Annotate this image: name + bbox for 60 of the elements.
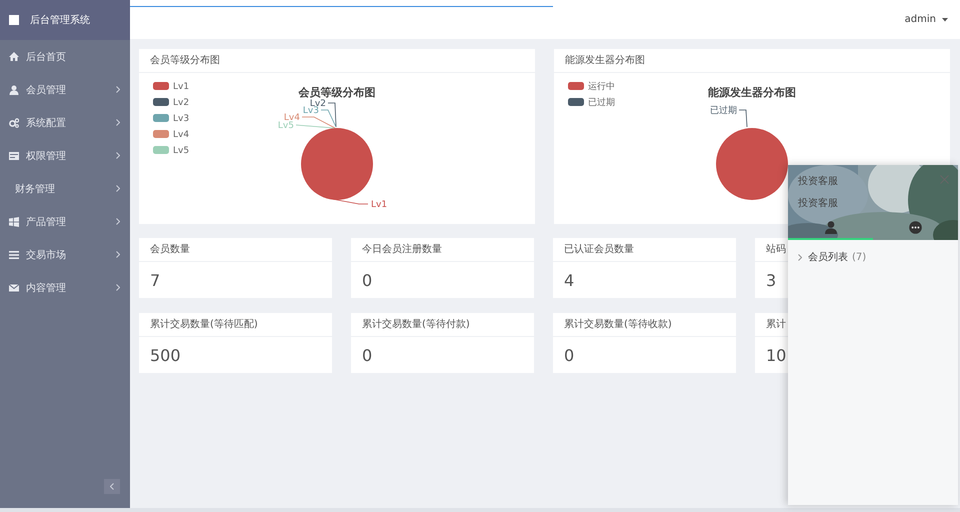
sidebar-item[interactable]: 后台首页 bbox=[0, 40, 130, 73]
stat-value: 0 bbox=[564, 346, 574, 364]
close-icon bbox=[940, 175, 949, 184]
legend-label: 运行中 bbox=[588, 82, 615, 92]
sidebar-item[interactable]: 交易市场 bbox=[0, 238, 130, 271]
app-title: 后台管理系统 bbox=[30, 14, 90, 27]
legend-label: Lv3 bbox=[173, 114, 190, 124]
user-menu[interactable]: admin bbox=[904, 14, 948, 25]
caret-icon bbox=[942, 18, 948, 22]
pie-label: 已过期 bbox=[710, 106, 737, 116]
stat-label: 累计交易数量(等待匹配) bbox=[139, 313, 332, 337]
sidebar-item[interactable]: 系统配置 bbox=[0, 106, 130, 139]
legend-label: 已过期 bbox=[588, 98, 615, 108]
card-icon bbox=[9, 150, 19, 160]
home-icon bbox=[9, 52, 19, 62]
user-icon bbox=[9, 84, 19, 94]
square-icon bbox=[9, 15, 19, 25]
sidebar-item[interactable]: 产品管理 bbox=[0, 205, 130, 238]
stat-label: 累计交易数量(等待收款) bbox=[553, 313, 736, 337]
stat-label: 累计交易数量(等待付款) bbox=[351, 313, 534, 337]
pie-slice bbox=[716, 128, 788, 200]
pie-label: Lv1 bbox=[371, 200, 388, 210]
legend-label: Lv1 bbox=[173, 82, 190, 92]
leader-line bbox=[332, 198, 368, 204]
envelope-icon bbox=[9, 282, 19, 292]
stat-value: 3 bbox=[766, 270, 776, 290]
sidebar-item[interactable]: 会员管理 bbox=[0, 73, 130, 106]
windows-icon bbox=[9, 216, 19, 226]
gears-icon bbox=[9, 118, 19, 128]
legend-label: Lv2 bbox=[173, 98, 190, 108]
stat-value: 0 bbox=[362, 346, 372, 364]
card-title: 能源发生器分布图 bbox=[554, 49, 950, 73]
sidebar-item[interactable]: 内容管理 bbox=[0, 271, 130, 304]
leader-line bbox=[738, 110, 748, 128]
pie-label: Lv4 bbox=[284, 113, 300, 123]
legend-label: Lv5 bbox=[173, 146, 190, 156]
chat-subtitle: 投资客服 bbox=[798, 196, 838, 210]
card-title: 会员等级分布图 bbox=[139, 49, 535, 73]
legend-label: Lv4 bbox=[173, 130, 190, 140]
chart-title: 能源发生器分布图 bbox=[708, 86, 796, 99]
stat-label: 已认证会员数量 bbox=[553, 238, 736, 262]
person-icon bbox=[824, 220, 836, 234]
chart-title: 会员等级分布图 bbox=[298, 86, 376, 99]
stat-value: 4 bbox=[564, 270, 574, 290]
pie-label: Lv3 bbox=[302, 106, 319, 116]
menu-icon bbox=[9, 250, 19, 260]
collapse-button[interactable] bbox=[104, 479, 120, 494]
stat-label: 会员数量 bbox=[139, 238, 332, 262]
stat-label: 今日会员注册数量 bbox=[351, 238, 534, 262]
pie-slice bbox=[301, 128, 373, 200]
stat-value: 10 bbox=[766, 346, 786, 364]
chat-title: 投资客服 bbox=[798, 174, 838, 188]
pie-label: Lv5 bbox=[278, 121, 294, 131]
stat-value: 0 bbox=[362, 270, 372, 290]
sidebar-item[interactable]: 权限管理 bbox=[0, 139, 130, 172]
stat-value: 500 bbox=[150, 346, 181, 364]
sidebar-item[interactable]: 财务管理 bbox=[0, 172, 130, 205]
stat-value: 7 bbox=[150, 270, 160, 290]
chat-bubble-icon bbox=[909, 220, 922, 234]
chevron-icon bbox=[110, 483, 114, 490]
